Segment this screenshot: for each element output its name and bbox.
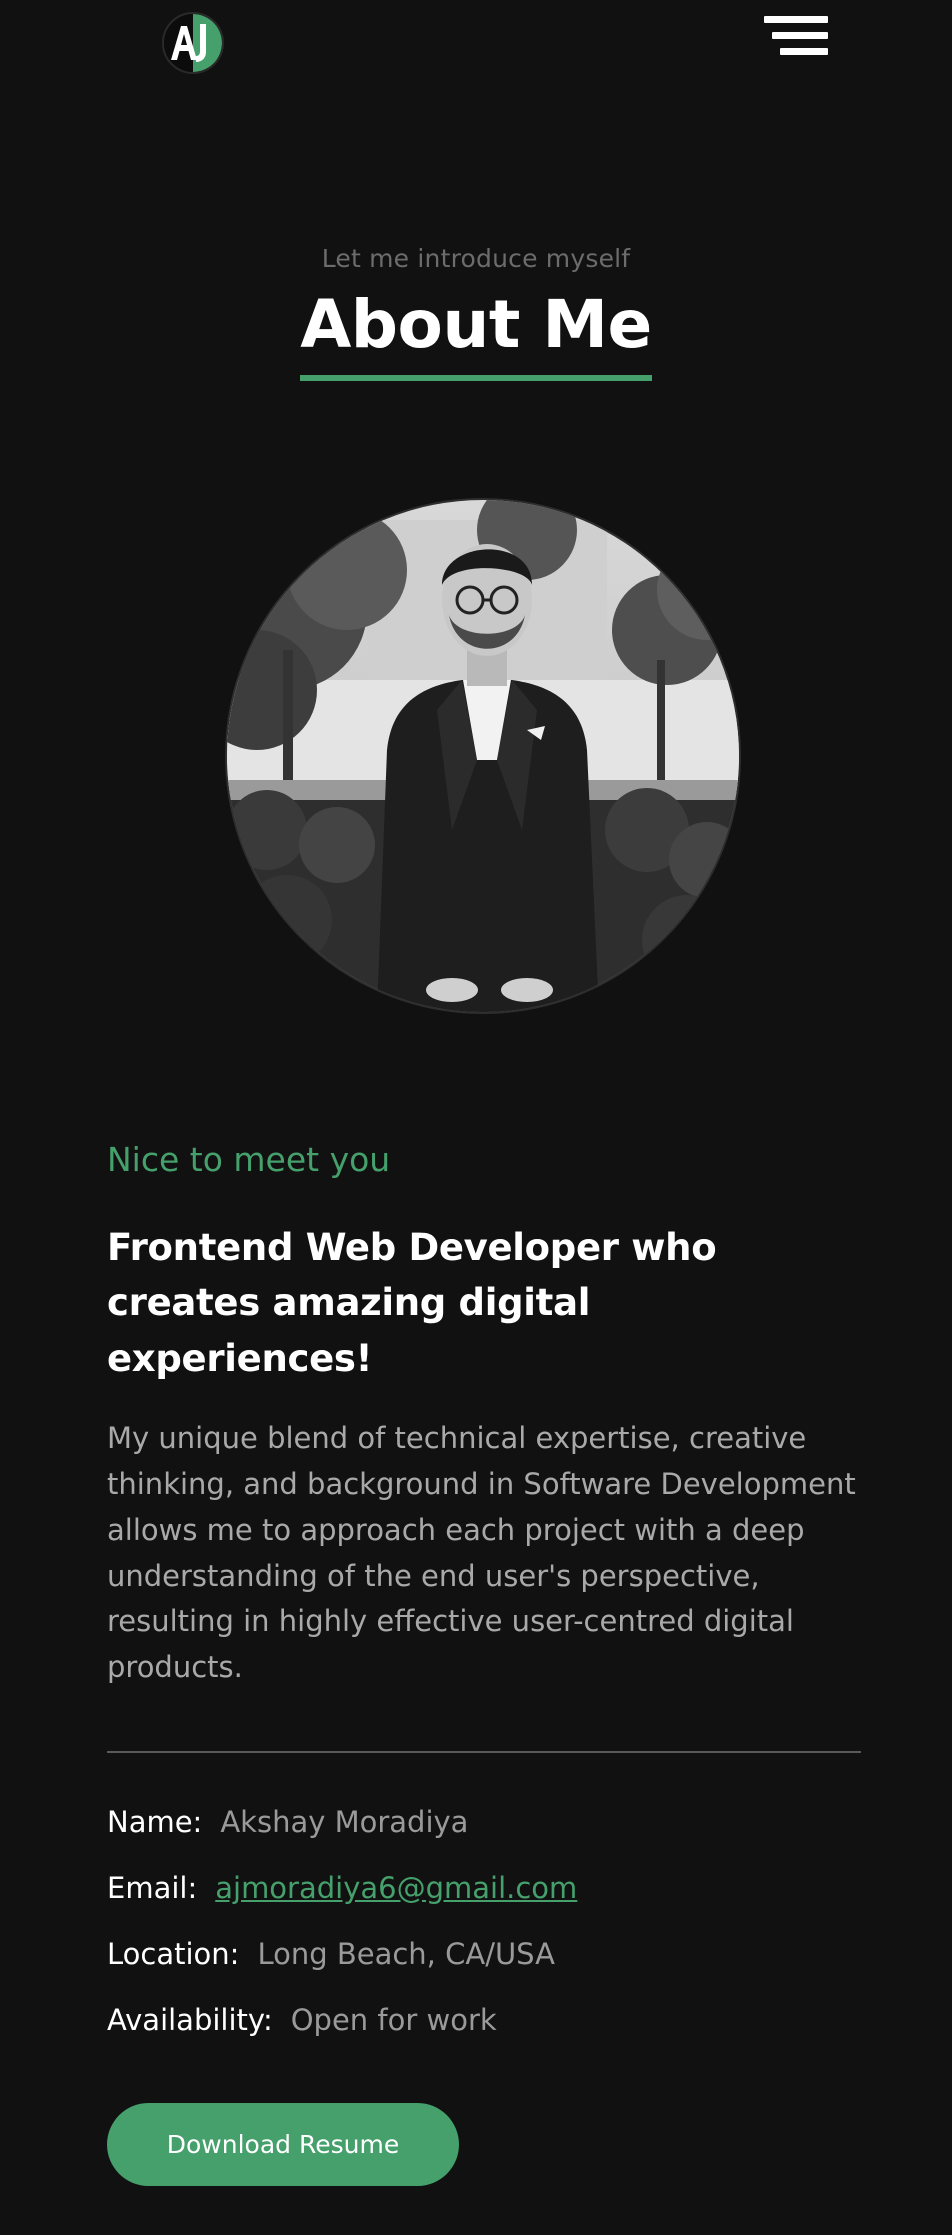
- intro-headline: Frontend Web Developer who creates amazi…: [107, 1225, 717, 1380]
- email-link[interactable]: ajmoradiya6@gmail.com: [215, 1871, 577, 1905]
- about-content: Nice to meet you Frontend Web Developer …: [107, 1140, 861, 2069]
- name-value: Akshay Moradiya: [220, 1804, 469, 1839]
- intro-bio: My unique blend of technical expertise, …: [107, 1421, 856, 1685]
- info-row-email: Email: ajmoradiya6@gmail.com: [107, 1871, 861, 1937]
- email-label: Email:: [107, 1870, 198, 1905]
- download-resume-button[interactable]: Download Resume: [107, 2103, 459, 2186]
- availability-label: Availability:: [107, 2002, 273, 2037]
- availability-value: Open for work: [290, 2002, 497, 2037]
- profile-portrait: [225, 498, 741, 1014]
- site-header: [0, 0, 952, 82]
- intro-kicker: Nice to meet you: [107, 1140, 391, 1179]
- section-title-wrap: About Me: [0, 290, 952, 382]
- location-value: Long Beach, CA/USA: [257, 1936, 555, 1971]
- menu-line: [780, 48, 828, 55]
- portrait-image: [227, 500, 739, 1012]
- location-label: Location:: [107, 1936, 240, 1971]
- personal-info: Name: Akshay Moradiya Email: ajmoradiya6@g…: [107, 1805, 861, 2069]
- divider: [107, 1750, 861, 1753]
- info-row-location: Location: Long Beach, CA/USA: [107, 1937, 861, 2003]
- section-eyebrow: Let me introduce myself: [321, 244, 631, 273]
- about-page: Let me introduce myself About Me Nice to…: [0, 0, 952, 2235]
- hamburger-menu-icon[interactable]: [762, 14, 828, 60]
- aj-logo-icon[interactable]: [162, 12, 224, 74]
- info-row-availability: Availability: Open for work: [107, 2003, 861, 2069]
- name-label: Name:: [107, 1804, 203, 1839]
- section-title: About Me: [300, 290, 652, 382]
- menu-line: [764, 16, 828, 23]
- info-row-name: Name: Akshay Moradiya: [107, 1805, 861, 1871]
- menu-line: [772, 32, 828, 39]
